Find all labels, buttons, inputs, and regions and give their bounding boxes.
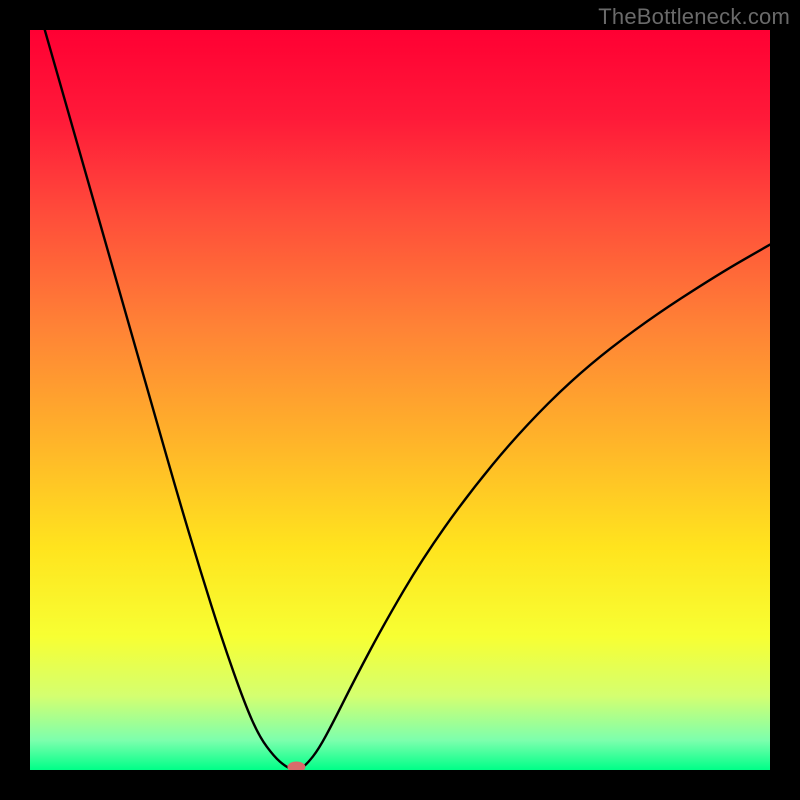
chart-svg	[30, 30, 770, 770]
chart-frame: TheBottleneck.com	[0, 0, 800, 800]
watermark-text: TheBottleneck.com	[598, 4, 790, 30]
plot-area	[30, 30, 770, 770]
gradient-background	[30, 30, 770, 770]
